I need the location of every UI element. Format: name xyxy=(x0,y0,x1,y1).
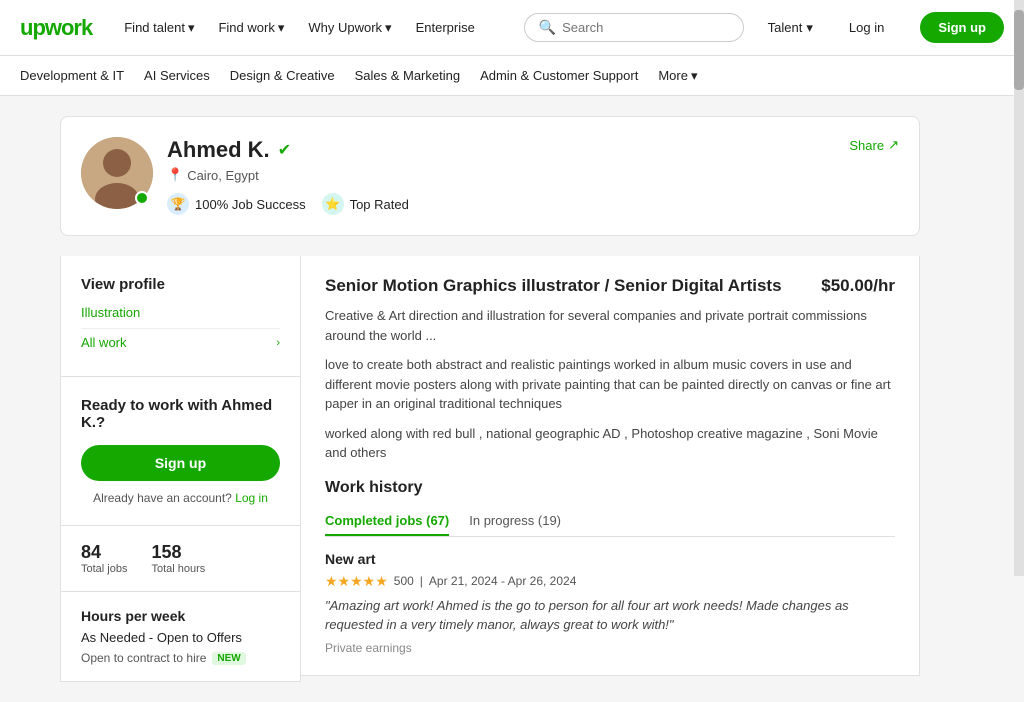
tab-completed[interactable]: Completed jobs (67) xyxy=(325,507,449,536)
star-rating: ★★★★★ xyxy=(325,573,388,590)
stats-panel: 84 Total jobs 158 Total hours xyxy=(60,526,300,592)
subnav-more[interactable]: More ▾ xyxy=(658,68,697,84)
job-meta: ★★★★★ 500 | Apr 21, 2024 - Apr 26, 2024 xyxy=(325,573,895,590)
profile-location: 📍 Cairo, Egypt xyxy=(167,167,899,183)
search-input[interactable] xyxy=(562,20,702,35)
already-account-text: Already have an account? Log in xyxy=(81,491,280,505)
top-rated-icon: ⭐ xyxy=(322,193,344,215)
job-date: Apr 21, 2024 - Apr 26, 2024 xyxy=(429,574,576,588)
contract-label: Open to contract to hire xyxy=(81,651,206,665)
profile-name: Ahmed K. xyxy=(167,137,270,163)
job-title: Senior Motion Graphics illustrator / Sen… xyxy=(325,276,782,296)
tab-inprogress[interactable]: In progress (19) xyxy=(469,507,561,536)
job-review: "Amazing art work! Ahmed is the go to pe… xyxy=(325,596,895,635)
job-success-icon: 🏆 xyxy=(167,193,189,215)
location-icon: 📍 xyxy=(167,167,183,183)
main-content: Ahmed K. ✔ 📍 Cairo, Egypt 🏆 100% Job Suc… xyxy=(0,96,1024,702)
total-jobs-stat: 84 Total jobs xyxy=(81,542,127,575)
new-badge: NEW xyxy=(212,652,245,665)
subnav-dev-it[interactable]: Development & IT xyxy=(20,68,124,83)
share-button[interactable]: Share ↗ xyxy=(849,137,899,153)
job-details-panel: Senior Motion Graphics illustrator / Sen… xyxy=(301,256,920,676)
left-column: View profile Illustration All work › Rea… xyxy=(60,256,300,682)
login-button[interactable]: Log in xyxy=(837,14,896,41)
sub-navigation: Development & IT AI Services Design & Cr… xyxy=(0,56,1024,96)
share-icon: ↗ xyxy=(888,137,899,153)
scrollbar[interactable] xyxy=(1014,0,1024,576)
profile-signup-button[interactable]: Sign up xyxy=(81,445,280,481)
subnav-admin[interactable]: Admin & Customer Support xyxy=(480,68,638,83)
job-desc-2: love to create both abstract and realist… xyxy=(325,355,895,414)
view-profile-title: View profile xyxy=(81,276,280,293)
enterprise-nav[interactable]: Enterprise xyxy=(416,20,475,35)
find-talent-nav[interactable]: Find talent ▾ xyxy=(124,20,194,36)
total-hours-label: Total hours xyxy=(151,563,205,575)
job-desc-1: Creative & Art direction and illustratio… xyxy=(325,306,895,345)
hourly-rate: $50.00/hr xyxy=(821,276,895,296)
job-title-row: Senior Motion Graphics illustrator / Sen… xyxy=(325,276,895,296)
profile-card: Ahmed K. ✔ 📍 Cairo, Egypt 🏆 100% Job Suc… xyxy=(60,116,920,236)
work-history-title: Work history xyxy=(325,479,895,497)
profile-info: Ahmed K. ✔ 📍 Cairo, Egypt 🏆 100% Job Suc… xyxy=(167,137,899,215)
right-column: Senior Motion Graphics illustrator / Sen… xyxy=(300,256,920,682)
subnav-sales[interactable]: Sales & Marketing xyxy=(355,68,461,83)
ready-title: Ready to work with Ahmed K.? xyxy=(81,397,280,431)
star-count: 500 xyxy=(394,574,414,588)
two-column-layout: View profile Illustration All work › Rea… xyxy=(60,256,920,682)
login-link[interactable]: Log in xyxy=(235,491,268,505)
scrollbar-thumb[interactable] xyxy=(1014,10,1024,90)
find-work-nav[interactable]: Find work ▾ xyxy=(218,20,284,36)
job-entry: New art ★★★★★ 500 | Apr 21, 2024 - Apr 2… xyxy=(325,551,895,655)
upwork-logo[interactable]: upwork xyxy=(20,15,92,41)
avatar-wrap xyxy=(81,137,153,209)
subnav-design[interactable]: Design & Creative xyxy=(230,68,335,83)
job-entry-title: New art xyxy=(325,551,895,567)
chevron-down-icon: ▾ xyxy=(385,20,392,36)
contract-row: Open to contract to hire NEW xyxy=(81,651,280,665)
chevron-down-icon: ▾ xyxy=(806,20,813,36)
separator: | xyxy=(420,574,423,588)
top-rated-badge: ⭐ Top Rated xyxy=(322,193,409,215)
search-icon: 🔍 xyxy=(539,19,556,36)
signup-button[interactable]: Sign up xyxy=(920,12,1004,43)
hours-value: As Needed - Open to Offers xyxy=(81,630,280,645)
private-earnings: Private earnings xyxy=(325,641,895,655)
online-indicator xyxy=(135,191,149,205)
all-work-link[interactable]: All work › xyxy=(81,328,280,356)
chevron-down-icon: ▾ xyxy=(691,68,698,84)
talent-dropdown[interactable]: Talent ▾ xyxy=(768,20,813,36)
job-desc-3: worked along with red bull , national ge… xyxy=(325,424,895,463)
job-success-badge: 🏆 100% Job Success xyxy=(167,193,306,215)
view-profile-panel: View profile Illustration All work › xyxy=(60,256,300,377)
why-upwork-nav[interactable]: Why Upwork ▾ xyxy=(308,20,391,36)
total-hours-number: 158 xyxy=(151,542,205,563)
search-bar[interactable]: 🔍 xyxy=(524,13,744,42)
hours-title: Hours per week xyxy=(81,608,280,624)
ready-to-work-panel: Ready to work with Ahmed K.? Sign up Alr… xyxy=(60,377,300,526)
chevron-down-icon: ▾ xyxy=(188,20,195,36)
chevron-right-icon: › xyxy=(276,337,280,349)
chevron-down-icon: ▾ xyxy=(278,20,285,36)
work-history-tabs: Completed jobs (67) In progress (19) xyxy=(325,507,895,537)
subnav-ai[interactable]: AI Services xyxy=(144,68,210,83)
hours-panel: Hours per week As Needed - Open to Offer… xyxy=(60,592,300,682)
total-jobs-number: 84 xyxy=(81,542,127,563)
top-navigation: upwork Find talent ▾ Find work ▾ Why Upw… xyxy=(0,0,1024,56)
total-hours-stat: 158 Total hours xyxy=(151,542,205,575)
verified-icon: ✔ xyxy=(278,140,291,160)
illustration-link[interactable]: Illustration xyxy=(81,305,280,320)
total-jobs-label: Total jobs xyxy=(81,563,127,575)
